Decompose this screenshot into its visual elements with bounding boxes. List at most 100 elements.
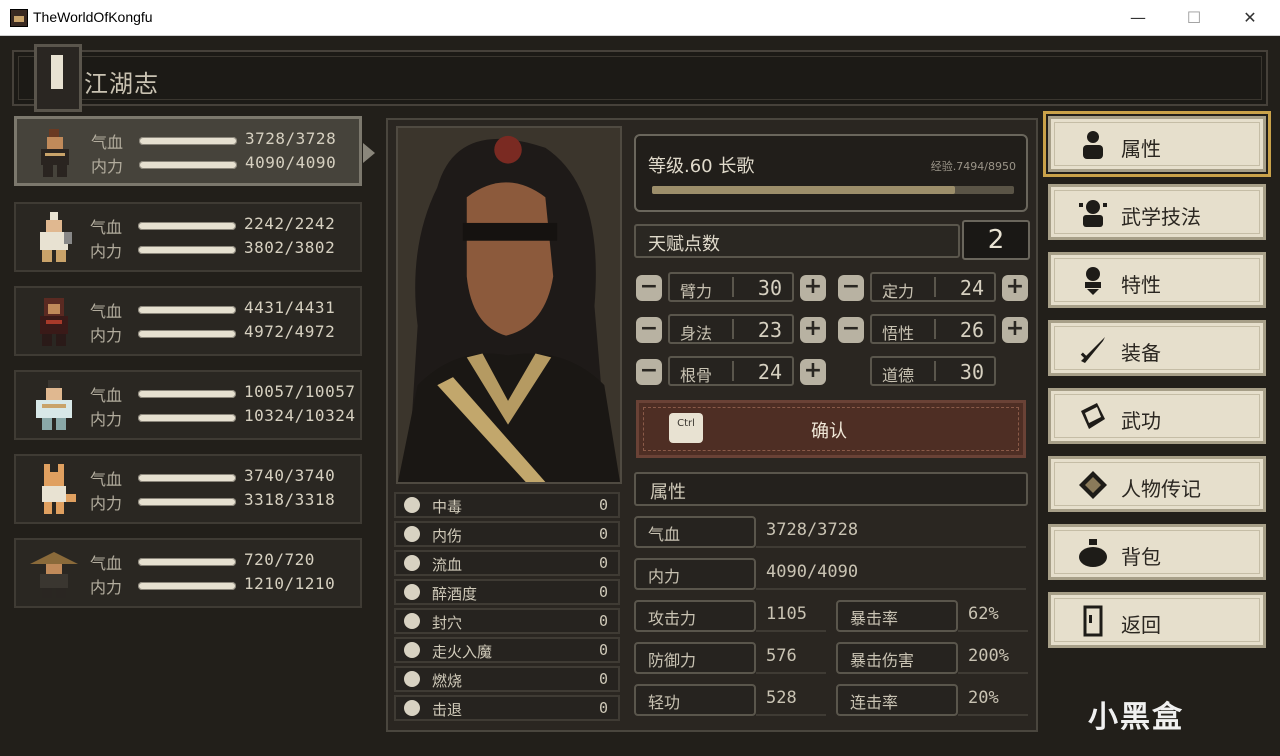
status-effect-name: 内伤 (432, 527, 463, 545)
constitution-attribute: 根骨 24 (668, 356, 794, 386)
hp-value: 720/720 (244, 550, 315, 569)
attribute-value: 24 (959, 276, 984, 300)
ctrl-key-icon: Ctrl (669, 413, 703, 443)
property-name: 轻功 (648, 693, 681, 712)
menu-kungfu-button[interactable]: 武功 (1048, 388, 1266, 444)
property-row-combo-rate: 连击率 20% (836, 684, 1028, 718)
mp-label: 内力 (90, 242, 123, 261)
party-member-card[interactable]: 气血 10057/10057 内力 10324/10324 (14, 370, 362, 440)
close-button[interactable]: ✕ (1227, 0, 1273, 36)
property-name: 攻击力 (648, 609, 697, 628)
hp-value: 3728/3728 (245, 129, 337, 148)
status-effect-name: 走火入魔 (432, 643, 493, 661)
mp-value: 4090/4090 (245, 153, 337, 172)
window-titlebar: TheWorldOfKongfu — ☐ ✕ (0, 0, 1280, 36)
character-avatar-icon (40, 298, 68, 346)
property-name: 连击率 (850, 693, 899, 712)
party-member-card[interactable]: 气血 3740/3740 内力 3318/3318 (14, 454, 362, 524)
party-member-card[interactable]: 气血 720/720 内力 1210/1210 (14, 538, 362, 608)
morality-attribute: 道德 30 (870, 356, 996, 386)
sword-icon (1080, 337, 1105, 363)
journal-icon (34, 44, 82, 112)
attribute-value: 30 (959, 360, 984, 384)
menu-backpack-button[interactable]: 背包 (1048, 524, 1266, 580)
status-effect-row: 中毒 0 (394, 492, 620, 518)
hp-value: 4431/4431 (244, 298, 336, 317)
attribute-name: 身法 (680, 324, 713, 343)
insight-attribute: 悟性 26 (870, 314, 996, 344)
status-effect-value: 0 (598, 670, 608, 688)
status-effect-row: 燃烧 0 (394, 666, 620, 692)
level-panel: 等级.60 长歌 经验.7494/8950 (634, 134, 1028, 212)
mp-bar (138, 330, 236, 338)
menu-label: 返回 (1121, 613, 1161, 637)
constitution-minus-button[interactable]: − (636, 359, 662, 385)
status-effect-name: 醉酒度 (432, 585, 478, 603)
menu-label: 特性 (1121, 273, 1161, 297)
constitution-plus-button[interactable]: + (800, 359, 826, 385)
mp-label: 内力 (90, 494, 123, 513)
demon-face-icon (404, 642, 420, 658)
property-name: 暴击伤害 (850, 651, 915, 670)
window-title: TheWorldOfKongfu (33, 9, 153, 25)
party-member-card[interactable]: 气血 3728/3728 内力 4090/4090 (14, 116, 375, 186)
property-value: 20% (968, 688, 999, 708)
agility-plus-button[interactable]: + (800, 317, 826, 343)
property-row-defense: 防御力 576 (634, 642, 826, 676)
property-row-hp: 气血 3728/3728 (634, 516, 1028, 550)
character-portrait (396, 126, 622, 484)
insight-plus-button[interactable]: + (1002, 317, 1028, 343)
menu-label: 武功 (1121, 409, 1161, 433)
talent-points-box: 天赋点数 (634, 224, 960, 258)
party-member-card[interactable]: 气血 2242/2242 内力 3802/3802 (14, 202, 362, 272)
level-and-name: 等级.60 长歌 (648, 156, 755, 177)
menu-return-button[interactable]: 返回 (1048, 592, 1266, 648)
status-effect-name: 流血 (432, 556, 463, 574)
maximize-button[interactable]: ☐ (1171, 0, 1217, 36)
menu-traits-button[interactable]: 特性 (1048, 252, 1266, 308)
character-avatar-icon (30, 552, 78, 598)
property-row-crit-rate: 暴击率 62% (836, 600, 1028, 634)
menu-label: 属性 (1121, 137, 1161, 161)
property-name: 暴击率 (850, 609, 899, 628)
focus-minus-button[interactable]: − (838, 275, 864, 301)
property-row-crit-damage: 暴击伤害 200% (836, 642, 1028, 676)
hp-bar (138, 474, 236, 482)
hp-bar (139, 137, 237, 145)
mp-value: 1210/1210 (244, 574, 336, 593)
property-value: 3728/3728 (766, 520, 859, 540)
menu-biography-button[interactable]: 人物传记 (1048, 456, 1266, 512)
party-member-card[interactable]: 气血 4431/4431 内力 4972/4972 (14, 286, 362, 356)
scroll-icon (1079, 471, 1107, 499)
experience-bar (652, 186, 1014, 194)
status-effect-row: 流血 0 (394, 550, 620, 576)
minimize-button[interactable]: — (1115, 0, 1161, 36)
hp-label: 气血 (90, 218, 123, 237)
strength-minus-button[interactable]: − (636, 275, 662, 301)
blood-drop-icon (404, 555, 420, 571)
menu-label: 人物传记 (1121, 477, 1201, 501)
focus-plus-button[interactable]: + (1002, 275, 1028, 301)
menu-equipment-button[interactable]: 装备 (1048, 320, 1266, 376)
menu-martial-skills-button[interactable]: 武学技法 (1048, 184, 1266, 240)
focus-attribute: 定力 24 (870, 272, 996, 302)
property-value: 528 (766, 688, 797, 708)
mp-value: 3802/3802 (244, 238, 336, 257)
attribute-name: 臂力 (680, 282, 713, 301)
character-avatar-icon (40, 212, 72, 262)
hp-value: 10057/10057 (244, 382, 356, 401)
insight-minus-button[interactable]: − (838, 317, 864, 343)
status-effect-name: 中毒 (432, 498, 463, 516)
confirm-button[interactable]: Ctrl 确认 (636, 400, 1026, 458)
status-effect-value: 0 (598, 525, 608, 543)
game-canvas: 江湖志 气血 3728/3728 内力 4090/4090 气血 2242/22… (0, 36, 1280, 756)
status-effect-name: 击退 (432, 701, 463, 719)
strength-plus-button[interactable]: + (800, 275, 826, 301)
status-effect-row: 封穴 0 (394, 608, 620, 634)
agility-minus-button[interactable]: − (636, 317, 662, 343)
character-avatar-icon (41, 129, 69, 177)
mp-bar (139, 161, 237, 169)
status-effect-value: 0 (598, 641, 608, 659)
menu-attributes-button[interactable]: 属性 (1043, 111, 1271, 177)
hp-label: 气血 (91, 133, 124, 152)
